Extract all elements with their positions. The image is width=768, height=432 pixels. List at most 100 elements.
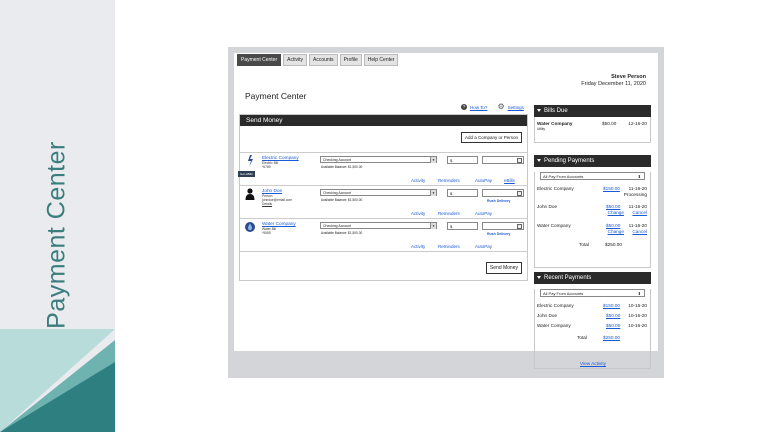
get-ebills-tag[interactable]: Get eBills — [238, 171, 255, 177]
pending-payments-header[interactable]: Pending Payments — [534, 155, 651, 167]
reminders-link[interactable]: Reminders — [438, 244, 460, 249]
payee-row: John Doe Person johndoe@email.com Detail… — [240, 185, 528, 218]
side-panel: Payment Center — [0, 0, 115, 432]
rush-delivery-link[interactable]: Rush Delivery — [487, 199, 510, 203]
rush-delivery-link[interactable]: Rush Delivery — [487, 232, 510, 236]
pending-account-filter[interactable]: All Pay From Accounts ⬍ — [540, 172, 645, 180]
dropdown-arrow-icon: ▾ — [430, 190, 436, 196]
electric-company-logo-icon — [245, 155, 255, 167]
pay-from-value: Checking Account — [323, 158, 352, 162]
available-balance: Available Balance: $1,500.00 — [321, 231, 363, 235]
recent-date: 10-16-20 — [628, 323, 647, 328]
recent-amount[interactable]: $50.00 — [606, 313, 620, 318]
user-info: Steve Person Friday December 11, 2020 — [581, 74, 646, 88]
tab-accounts[interactable]: Accounts — [308, 54, 338, 66]
reminders-link[interactable]: Reminders — [438, 211, 460, 216]
activity-link[interactable]: Activity — [411, 244, 425, 249]
calendar-icon[interactable] — [517, 158, 522, 163]
pending-date: 11-16-20 — [628, 223, 647, 228]
send-money-button[interactable]: Send Money — [485, 262, 522, 274]
payee-row: Electric Company Electric Bill *6789 Che… — [238, 152, 528, 185]
date-input[interactable] — [482, 189, 524, 197]
ebills-link[interactable]: eBills — [504, 178, 515, 183]
calendar-icon[interactable] — [517, 191, 522, 196]
pending-payments-title: Pending Payments — [544, 158, 595, 164]
gear-icon[interactable]: ⚙ — [497, 103, 504, 111]
pay-from-value: Checking Account — [323, 224, 352, 228]
date-input[interactable] — [482, 222, 524, 230]
payee-name[interactable]: Electric Company — [262, 155, 299, 160]
pending-amount[interactable]: $150.00 — [603, 186, 620, 191]
settings-link[interactable]: Settings — [508, 105, 524, 110]
amount-input[interactable]: $ — [447, 156, 478, 164]
send-money-title: Send Money — [240, 115, 527, 126]
activity-link[interactable]: Activity — [411, 178, 425, 183]
calendar-icon[interactable] — [517, 224, 522, 229]
change-link[interactable]: Change — [608, 229, 624, 234]
recent-payments-header[interactable]: Recent Payments — [534, 272, 651, 284]
recent-account-filter[interactable]: All Pay From Accounts ⬍ — [540, 289, 645, 297]
tab-profile[interactable]: Profile — [339, 54, 362, 66]
add-payee-button[interactable]: Add a Company or Person — [460, 132, 522, 143]
help-icon[interactable]: ? — [461, 104, 467, 110]
bills-due-header[interactable]: Bills Due — [534, 105, 651, 117]
bill-payee-category: Utility — [537, 127, 546, 131]
change-link[interactable]: Change — [608, 210, 624, 215]
recent-amount[interactable]: $50.00 — [606, 323, 620, 328]
bills-due-title: Bills Due — [544, 108, 568, 114]
tab-help-center[interactable]: Help Center — [363, 54, 399, 66]
pending-amount[interactable]: $50.00 — [606, 223, 620, 228]
bills-due-body: Water Company Utility $50.00 12-16-20 — [534, 117, 651, 143]
collapse-triangle-icon — [537, 109, 541, 112]
pending-payee: Electric Company — [537, 186, 574, 191]
pending-date: 11-16-20 — [628, 204, 647, 209]
activity-link[interactable]: Activity — [411, 211, 425, 216]
tab-activity[interactable]: Activity — [283, 54, 307, 66]
pay-from-select[interactable]: Checking Account ▾ — [320, 156, 437, 163]
bill-payee-name: Water Company — [537, 121, 573, 126]
dropdown-arrow-icon: ⬍ — [637, 291, 641, 296]
autopay-link[interactable]: AutoPay — [475, 244, 492, 249]
recent-payee: Electric Company — [537, 303, 574, 308]
recent-date: 10-16-20 — [628, 313, 647, 318]
water-company-logo-icon — [245, 222, 255, 232]
recent-payments-body: All Pay From Accounts ⬍ Electric Company … — [534, 289, 651, 369]
pending-total-amount: $250.00 — [605, 242, 622, 247]
recent-filter-value: All Pay From Accounts — [543, 291, 584, 296]
how-to-link[interactable]: How To? — [470, 105, 487, 110]
autopay-link[interactable]: AutoPay — [475, 178, 492, 183]
recent-amount[interactable]: $150.00 — [603, 303, 620, 308]
amount-input[interactable]: $ — [447, 222, 478, 230]
tab-payment-center[interactable]: Payment Center — [237, 54, 282, 66]
pending-filter-value: All Pay From Accounts — [543, 174, 584, 179]
current-date: Friday December 11, 2020 — [581, 81, 646, 87]
date-input[interactable] — [482, 156, 524, 164]
payee-name[interactable]: Water Company — [262, 221, 296, 226]
pay-from-select[interactable]: Checking Account ▾ — [320, 222, 437, 229]
recent-total-label: Total — [577, 335, 587, 340]
view-activity-link[interactable]: View Activity — [580, 361, 606, 366]
right-column: Bills Due Water Company Utility $50.00 1… — [534, 105, 651, 369]
dropdown-arrow-icon: ⬍ — [637, 174, 641, 179]
payee-row: Water Company Water Bill *5555 Checking … — [240, 218, 528, 251]
cancel-link[interactable]: Cancel — [632, 229, 647, 234]
pending-amount[interactable]: $50.00 — [606, 204, 620, 209]
pending-payee: John Doe — [537, 204, 558, 209]
collapse-triangle-icon — [537, 159, 541, 162]
details-link[interactable]: Details — [262, 202, 272, 206]
pending-total-label: Total — [579, 242, 589, 247]
top-nav: Payment Center Activity Accounts Profile… — [237, 54, 399, 66]
cancel-link[interactable]: Cancel — [632, 210, 647, 215]
recent-total-amount[interactable]: $250.00 — [603, 335, 620, 340]
payee-name[interactable]: John Doe — [262, 188, 282, 193]
app-page: Payment Center Activity Accounts Profile… — [234, 53, 658, 369]
divider — [240, 251, 528, 252]
recent-row: John Doe $50.00 10-16-20 — [535, 311, 650, 321]
autopay-link[interactable]: AutoPay — [475, 211, 492, 216]
reminders-link[interactable]: Reminders — [438, 178, 460, 183]
available-balance: Available Balance: $1,500.00 — [321, 198, 363, 202]
amount-input[interactable]: $ — [447, 189, 478, 197]
pay-from-select[interactable]: Checking Account ▾ — [320, 189, 437, 196]
dropdown-arrow-icon: ▾ — [430, 157, 436, 163]
recent-row: Water Company $50.00 10-16-20 — [535, 321, 650, 332]
